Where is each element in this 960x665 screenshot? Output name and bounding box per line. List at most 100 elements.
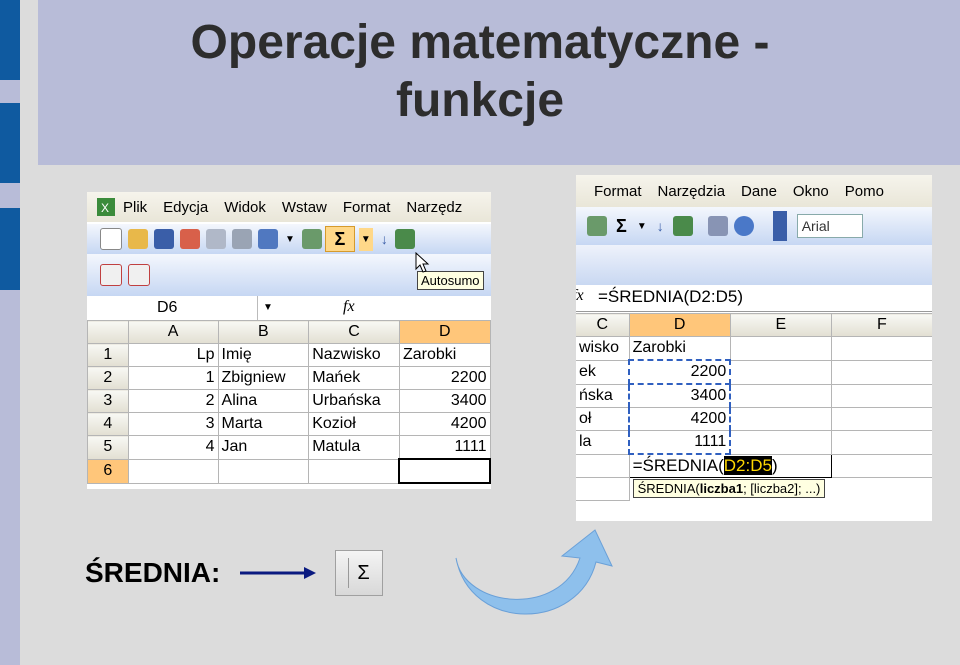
row-header[interactable]: 6 [87,458,129,484]
corner-cell[interactable] [87,320,129,344]
toolbar-options-icon[interactable] [772,211,787,241]
cell[interactable] [830,336,932,361]
autosum-button[interactable]: Σ [324,226,355,252]
cell[interactable] [830,359,932,385]
hyperlink-icon[interactable] [301,229,322,249]
cell[interactable] [217,458,310,484]
menu-widok[interactable]: Widok [224,199,266,216]
editing-cell[interactable]: =ŚREDNIA(D2:D5) [628,453,832,478]
row-header[interactable]: 3 [87,389,129,413]
cell[interactable]: 1 [127,366,219,390]
range-cell[interactable]: 3400 [628,383,732,408]
cell[interactable] [576,477,630,501]
cell[interactable] [127,458,219,484]
menu-format[interactable]: Format [594,183,642,200]
cell[interactable]: Mańek [308,366,400,390]
cell[interactable]: Zarobki [628,336,731,361]
cell[interactable]: 3 [127,412,219,436]
permission-icon[interactable] [180,229,200,249]
range-cell[interactable]: 1111 [628,430,732,455]
sort-ascending-icon[interactable]: ↓ [657,218,664,234]
cell[interactable]: Zbigniew [217,366,310,390]
cell[interactable]: 3400 [398,389,491,413]
formula-content[interactable]: =ŚREDNIA(D2:D5) [598,287,743,307]
menu-pomoc[interactable]: Pomo [845,183,884,200]
cell[interactable]: Imię [217,343,310,367]
fx-icon[interactable]: fx [576,287,584,305]
font-name-box[interactable]: Arial [796,214,863,238]
menu-format[interactable]: Format [343,199,391,216]
menu-narzedzia[interactable]: Narzędz [406,199,462,216]
cell[interactable]: Nazwisko [308,343,400,367]
function-wizard-icon[interactable] [672,216,693,236]
name-box-dropdown-icon[interactable]: ▼ [263,296,273,320]
cell[interactable] [830,430,932,455]
autosum-dropdown-icon[interactable]: ▼ [637,221,647,232]
open-folder-icon[interactable] [128,229,148,249]
autosum-button-large[interactable]: Σ [335,550,383,596]
cell[interactable]: ńska [576,383,630,408]
column-header-a[interactable]: A [127,320,219,344]
menu-wstaw[interactable]: Wstaw [282,199,327,216]
menu-narzedzia[interactable]: Narzędzia [658,183,726,200]
hyperlink-icon[interactable] [587,216,607,236]
cell[interactable]: Jan [217,435,310,460]
menu-edycja[interactable]: Edycja [163,199,208,216]
cell[interactable]: Urbańska [308,389,400,413]
cell[interactable]: 2200 [398,366,491,390]
column-header-c[interactable]: C [308,320,400,344]
cell[interactable]: oł [576,407,630,431]
cell[interactable]: Lp [127,343,219,367]
pdf-icon[interactable] [100,264,122,286]
cell[interactable]: Kozioł [308,412,400,436]
cell[interactable]: Alina [217,389,310,413]
cell[interactable]: ek [576,359,630,385]
cell[interactable] [830,453,932,478]
row-header[interactable]: 4 [87,412,129,436]
cell[interactable] [729,430,832,455]
menu-dane[interactable]: Dane [741,183,777,200]
column-header-f[interactable]: F [830,313,932,337]
name-box[interactable]: D6 ▼ [87,296,273,320]
email-icon[interactable] [206,229,226,249]
autosum-dropdown-icon[interactable]: ▼ [358,227,373,251]
cell[interactable]: Matula [308,435,400,460]
new-file-icon[interactable] [100,228,122,250]
cell[interactable] [830,407,932,431]
cell[interactable]: 4200 [398,412,491,436]
fx-icon[interactable]: fx [343,298,355,316]
autosum-button[interactable]: Σ [616,216,627,237]
column-header-d[interactable]: D [398,320,491,344]
cell[interactable]: Zarobki [398,343,491,367]
cell[interactable]: 2 [127,389,219,413]
cell[interactable] [729,407,832,431]
range-cell[interactable]: 2200 [628,359,732,385]
row-header[interactable]: 1 [87,343,129,367]
cell[interactable] [308,458,400,484]
column-header-b[interactable]: B [217,320,310,344]
pdf-export-icon[interactable] [128,264,150,286]
column-header-e[interactable]: E [729,313,832,337]
cell[interactable]: 1111 [398,435,491,460]
chart-wizard-icon[interactable] [707,216,728,236]
cell[interactable]: wisko [576,336,630,361]
cell[interactable] [729,383,832,408]
undo-dropdown-icon[interactable]: ▼ [285,234,295,245]
menu-okno[interactable]: Okno [793,183,829,200]
sort-ascending-icon[interactable]: ↓ [381,231,388,247]
hint-arg1[interactable]: liczba1 [700,481,743,496]
cell[interactable]: la [576,430,630,455]
row-header[interactable]: 5 [87,435,129,460]
column-header-c[interactable]: C [576,313,630,337]
cell[interactable] [576,453,630,478]
cell[interactable] [830,383,932,408]
active-cell[interactable] [398,458,491,484]
row-header[interactable]: 2 [87,366,129,390]
menu-plik[interactable]: Plik [123,199,147,216]
help-icon[interactable] [733,216,754,236]
column-header-d[interactable]: D [628,313,731,337]
range-cell[interactable]: 4200 [628,407,732,431]
function-wizard-icon[interactable] [394,229,415,249]
cell[interactable] [729,359,832,385]
save-icon[interactable] [154,229,174,249]
